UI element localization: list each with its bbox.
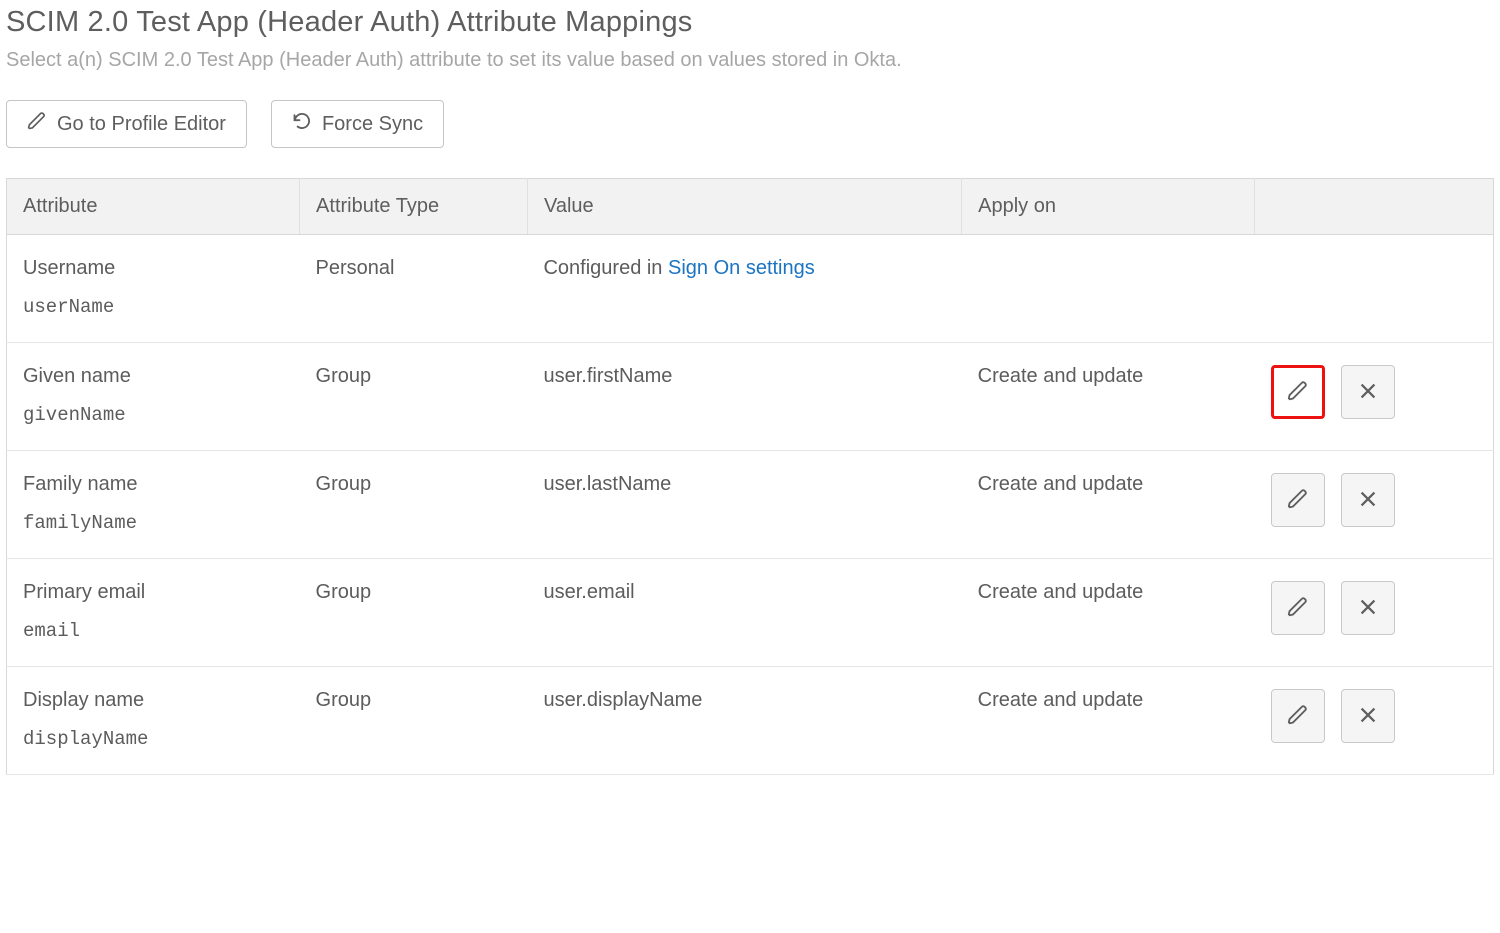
attribute-label: Primary email (23, 581, 284, 604)
table-row: Family name familyName Groupuser.lastNameC… (7, 451, 1494, 559)
attribute-label: Family name (23, 473, 284, 496)
attribute-cell: Display name displayName (7, 667, 300, 775)
actions-cell (1255, 667, 1494, 775)
apply-on-cell: Create and update (962, 667, 1255, 775)
edit-button[interactable] (1271, 689, 1325, 743)
refresh-icon (292, 111, 312, 137)
attribute-key: familyName (23, 512, 284, 534)
pencil-icon (27, 111, 47, 137)
attribute-type-cell: Personal (300, 235, 528, 343)
value-cell: user.lastName (527, 451, 961, 559)
attribute-cell: Primary email email (7, 559, 300, 667)
attribute-label: Given name (23, 365, 284, 388)
value-cell: Configured in Sign On settings (527, 235, 961, 343)
remove-button[interactable] (1341, 365, 1395, 419)
close-icon (1357, 704, 1379, 729)
attribute-cell: Given name givenName (7, 343, 300, 451)
value-cell: user.firstName (527, 343, 961, 451)
attribute-type-cell: Group (300, 559, 528, 667)
apply-on-cell (962, 235, 1255, 343)
attribute-key: email (23, 620, 284, 642)
go-to-profile-editor-button[interactable]: Go to Profile Editor (6, 100, 247, 148)
remove-button[interactable] (1341, 581, 1395, 635)
pencil-icon (1287, 596, 1309, 621)
table-row: Display name displayName Groupuser.display… (7, 667, 1494, 775)
column-header-attribute: Attribute (7, 179, 300, 235)
actions-cell (1255, 451, 1494, 559)
sign-on-settings-link[interactable]: Sign On settings (668, 257, 815, 279)
value-cell: user.email (527, 559, 961, 667)
column-header-apply-on: Apply on (962, 179, 1255, 235)
attribute-label: Username (23, 257, 284, 280)
force-sync-button[interactable]: Force Sync (271, 100, 444, 148)
edit-button[interactable] (1271, 365, 1325, 419)
table-row: Primary email email Groupuser.emailCreate … (7, 559, 1494, 667)
remove-button[interactable] (1341, 689, 1395, 743)
attribute-type-cell: Group (300, 451, 528, 559)
attribute-type-cell: Group (300, 667, 528, 775)
attribute-key: givenName (23, 404, 284, 426)
table-row: UsernameuserNamePersonalConfigured in Si… (7, 235, 1494, 343)
column-header-attribute-type: Attribute Type (300, 179, 528, 235)
column-header-value: Value (527, 179, 961, 235)
attribute-cell: Family name familyName (7, 451, 300, 559)
attribute-cell: Username userName (7, 235, 300, 343)
attribute-key: userName (23, 296, 284, 318)
apply-on-cell: Create and update (962, 559, 1255, 667)
table-row: Given name givenName Groupuser.firstNameCr… (7, 343, 1494, 451)
pencil-icon (1287, 488, 1309, 513)
apply-on-cell: Create and update (962, 451, 1255, 559)
apply-on-cell: Create and update (962, 343, 1255, 451)
attribute-label: Display name (23, 689, 284, 712)
remove-button[interactable] (1341, 473, 1395, 527)
page-title: SCIM 2.0 Test App (Header Auth) Attribut… (6, 6, 1494, 39)
close-icon (1357, 488, 1379, 513)
toolbar: Go to Profile Editor Force Sync (6, 100, 1494, 148)
value-prefix: Configured in (543, 257, 668, 279)
close-icon (1357, 596, 1379, 621)
actions-cell (1255, 559, 1494, 667)
value-cell: user.displayName (527, 667, 961, 775)
pencil-icon (1287, 704, 1309, 729)
attribute-key: displayName (23, 728, 284, 750)
actions-cell (1255, 343, 1494, 451)
edit-button[interactable] (1271, 473, 1325, 527)
attribute-mappings-table: Attribute Attribute Type Value Apply on … (6, 178, 1494, 775)
button-label: Force Sync (322, 113, 423, 136)
actions-cell (1255, 235, 1494, 343)
edit-button[interactable] (1271, 581, 1325, 635)
pencil-icon (1287, 380, 1309, 405)
button-label: Go to Profile Editor (57, 113, 226, 136)
column-header-actions (1255, 179, 1494, 235)
page-subtitle: Select a(n) SCIM 2.0 Test App (Header Au… (6, 49, 1494, 72)
attribute-type-cell: Group (300, 343, 528, 451)
close-icon (1357, 380, 1379, 405)
